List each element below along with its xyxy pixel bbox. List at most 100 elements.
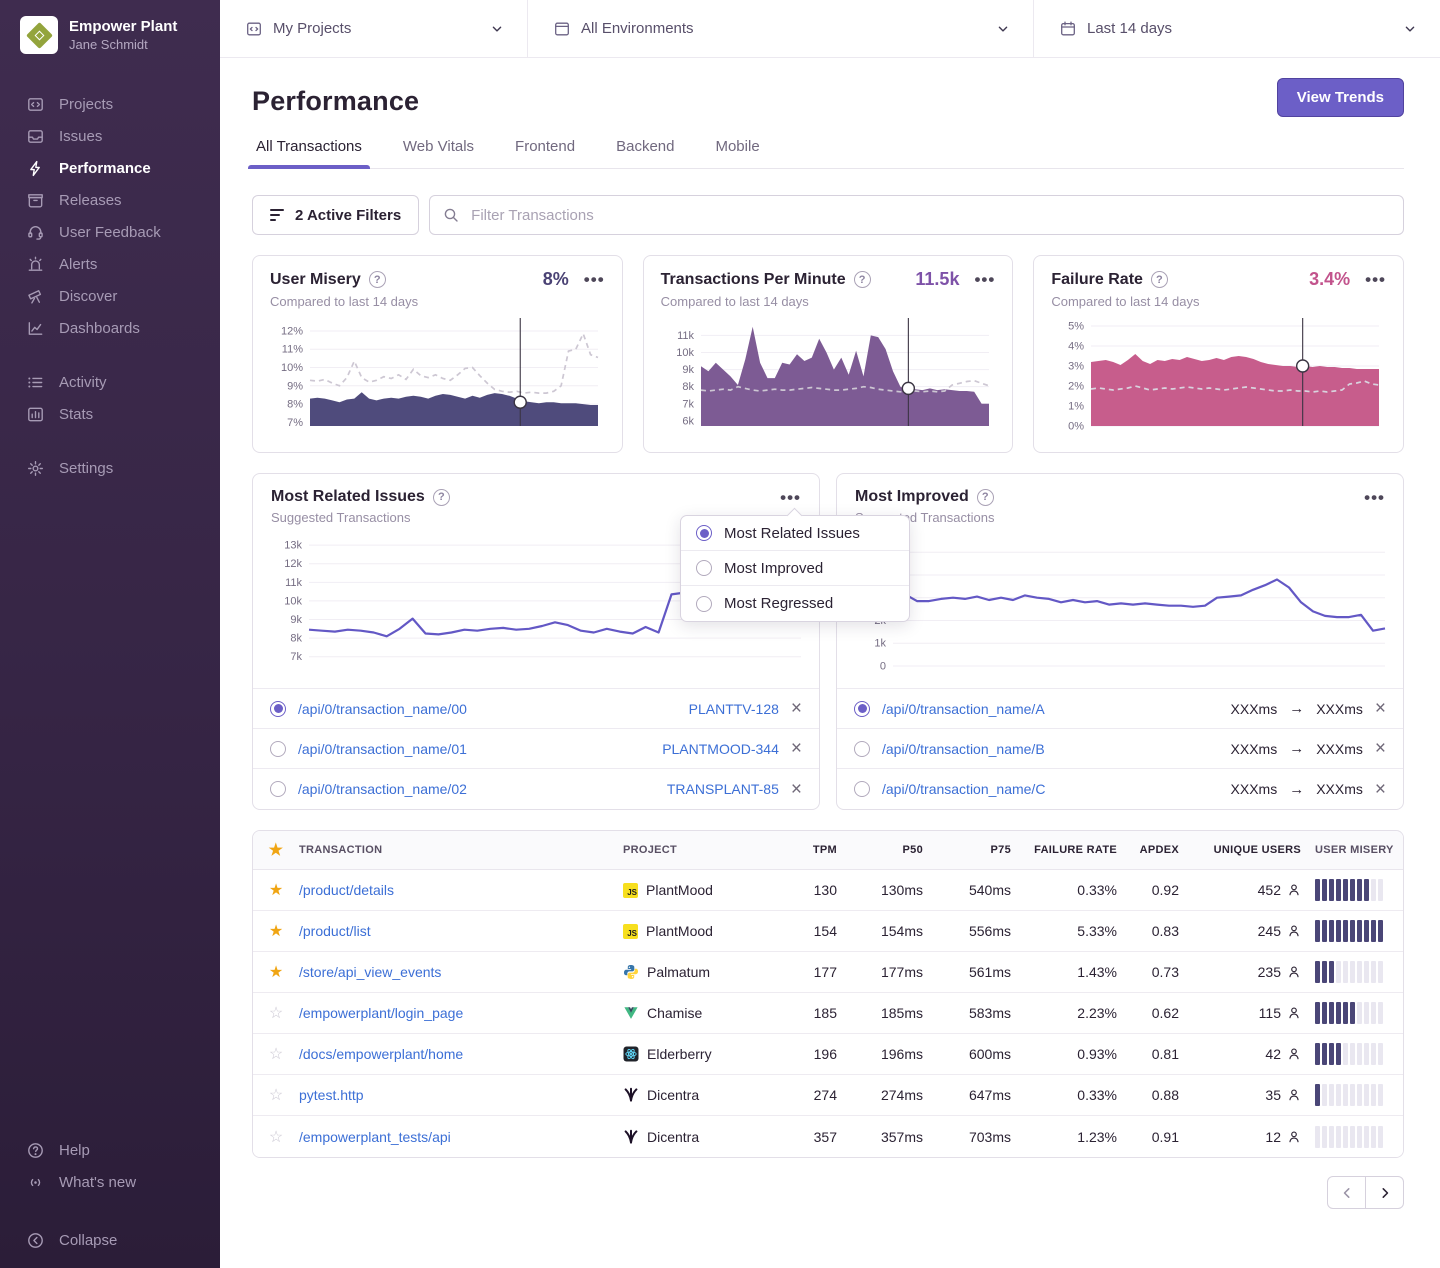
sidebar-item-alerts[interactable]: Alerts: [0, 248, 220, 280]
date-range-selector[interactable]: Last 14 days: [1034, 0, 1440, 57]
next-page-button[interactable]: [1365, 1176, 1404, 1209]
project-selector[interactable]: My Projects: [220, 0, 528, 57]
radio-button[interactable]: [270, 741, 286, 757]
issue-link[interactable]: TRANSPLANT-85: [667, 781, 779, 797]
help-icon[interactable]: ?: [854, 271, 871, 288]
close-icon[interactable]: ×: [1375, 780, 1386, 799]
issue-link[interactable]: PLANTTV-128: [689, 701, 779, 717]
transaction-link[interactable]: /api/0/transaction_name/B: [882, 741, 1045, 757]
svg-text:13k: 13k: [284, 540, 302, 552]
tab-backend[interactable]: Backend: [614, 127, 676, 168]
help-icon[interactable]: ?: [433, 489, 450, 506]
radio-button[interactable]: [854, 781, 870, 797]
card-title: Failure Rate: [1051, 271, 1143, 289]
radio-button[interactable]: [270, 781, 286, 797]
column-header: TPM: [775, 844, 843, 856]
sidebar-item-settings[interactable]: Settings: [0, 452, 220, 484]
transaction-link[interactable]: /product/list: [299, 923, 623, 939]
tab-web-vitals[interactable]: Web Vitals: [401, 127, 476, 168]
active-filters-button[interactable]: 2 Active Filters: [252, 195, 419, 235]
previous-page-button[interactable]: [1327, 1176, 1366, 1209]
star-outline-icon[interactable]: ☆: [253, 1127, 299, 1147]
discover-icon: [26, 287, 44, 305]
star-outline-icon[interactable]: ☆: [253, 1085, 299, 1105]
project-cell: Palmatum: [623, 964, 775, 980]
svg-text:12%: 12%: [281, 325, 303, 337]
star-filled-icon[interactable]: ★: [253, 921, 299, 941]
help-icon[interactable]: ?: [369, 271, 386, 288]
sidebar-item-releases[interactable]: Releases: [0, 184, 220, 216]
transaction-link[interactable]: /product/details: [299, 882, 623, 898]
close-icon[interactable]: ×: [791, 739, 802, 758]
transaction-link[interactable]: /api/0/transaction_name/02: [298, 781, 467, 797]
tab-mobile[interactable]: Mobile: [713, 127, 761, 168]
widget-subtitle: Suggested Transactions: [837, 510, 1403, 525]
close-icon[interactable]: ×: [791, 699, 802, 718]
environment-selector[interactable]: All Environments: [528, 0, 1034, 57]
star-outline-icon[interactable]: ☆: [253, 1003, 299, 1023]
transaction-list-item: /api/0/transaction_name/AXXXms→XXXms×: [837, 689, 1403, 729]
sidebar-item-user-feedback[interactable]: User Feedback: [0, 216, 220, 248]
sidebar-item-discover[interactable]: Discover: [0, 280, 220, 312]
issue-link[interactable]: PLANTMOOD-344: [662, 741, 779, 757]
help-icon[interactable]: ?: [977, 489, 994, 506]
tpm-value: 154: [775, 923, 843, 939]
sidebar-item-activity[interactable]: Activity: [0, 366, 220, 398]
org-switcher[interactable]: Empower Plant Jane Schmidt: [0, 0, 220, 70]
transaction-link[interactable]: /empowerplant/login_page: [299, 1005, 623, 1021]
misery-bar: [1357, 1043, 1362, 1065]
star-filled-icon[interactable]: ★: [253, 962, 299, 982]
sidebar-item-whats-new[interactable]: What's new: [0, 1166, 220, 1198]
transaction-link[interactable]: /store/api_view_events: [299, 964, 623, 980]
sidebar-item-dashboards[interactable]: Dashboards: [0, 312, 220, 344]
misery-bar: [1371, 1126, 1376, 1148]
transaction-link[interactable]: /api/0/transaction_name/00: [298, 701, 467, 717]
help-icon[interactable]: ?: [1151, 271, 1168, 288]
close-icon[interactable]: ×: [1375, 739, 1386, 758]
sidebar-item-projects[interactable]: Projects: [0, 88, 220, 120]
search-input[interactable]: [469, 206, 1390, 225]
javascript-icon: JS: [623, 883, 638, 898]
global-filter-bar: My Projects All Environments Last 14 day…: [220, 0, 1440, 58]
star-outline-icon[interactable]: ☆: [253, 1044, 299, 1064]
card-menu-button[interactable]: •••: [584, 271, 605, 288]
duration-before: XXXms: [1231, 701, 1278, 717]
sidebar-item-performance[interactable]: Performance: [0, 152, 220, 184]
gear-icon: [26, 459, 44, 477]
sidebar-item-stats[interactable]: Stats: [0, 398, 220, 430]
radio-button[interactable]: [854, 741, 870, 757]
radio-button[interactable]: [854, 701, 870, 717]
radio-button[interactable]: [270, 701, 286, 717]
close-icon[interactable]: ×: [791, 780, 802, 799]
misery-bar: [1364, 1126, 1369, 1148]
transaction-link[interactable]: pytest.http: [299, 1087, 623, 1103]
widget-menu-button[interactable]: •••: [780, 489, 801, 506]
dropdown-option[interactable]: Most Improved: [681, 551, 909, 586]
sidebar-item-help[interactable]: Help: [0, 1134, 220, 1166]
misery-bar: [1336, 1084, 1341, 1106]
card-subtitle: Compared to last 14 days: [270, 294, 605, 309]
view-trends-button[interactable]: View Trends: [1277, 78, 1404, 117]
transaction-link[interactable]: /api/0/transaction_name/01: [298, 741, 467, 757]
misery-bar: [1371, 1002, 1376, 1024]
sidebar: Empower Plant Jane Schmidt Projects Issu…: [0, 0, 220, 1268]
failure-rate-card: Failure Rate? 3.4% ••• Compared to last …: [1033, 255, 1404, 453]
transaction-link[interactable]: /docs/empowerplant/home: [299, 1046, 623, 1062]
close-icon[interactable]: ×: [1375, 699, 1386, 718]
widget-menu-button[interactable]: •••: [1364, 489, 1385, 506]
svg-text:8k: 8k: [682, 381, 694, 393]
transaction-link[interactable]: /api/0/transaction_name/A: [882, 701, 1045, 717]
card-menu-button[interactable]: •••: [974, 271, 995, 288]
sidebar-item-issues[interactable]: Issues: [0, 120, 220, 152]
misery-bar: [1378, 1043, 1383, 1065]
transaction-link[interactable]: /api/0/transaction_name/C: [882, 781, 1045, 797]
tab-frontend[interactable]: Frontend: [513, 127, 577, 168]
transaction-link[interactable]: /empowerplant_tests/api: [299, 1129, 623, 1145]
card-menu-button[interactable]: •••: [1365, 271, 1386, 288]
star-filled-icon[interactable]: ★: [253, 880, 299, 900]
sidebar-collapse-button[interactable]: Collapse: [0, 1224, 220, 1256]
sidebar-item-label: Discover: [59, 288, 117, 305]
dropdown-option[interactable]: Most Regressed: [681, 586, 909, 621]
tab-all-transactions[interactable]: All Transactions: [254, 127, 364, 168]
dashboards-icon: [26, 319, 44, 337]
